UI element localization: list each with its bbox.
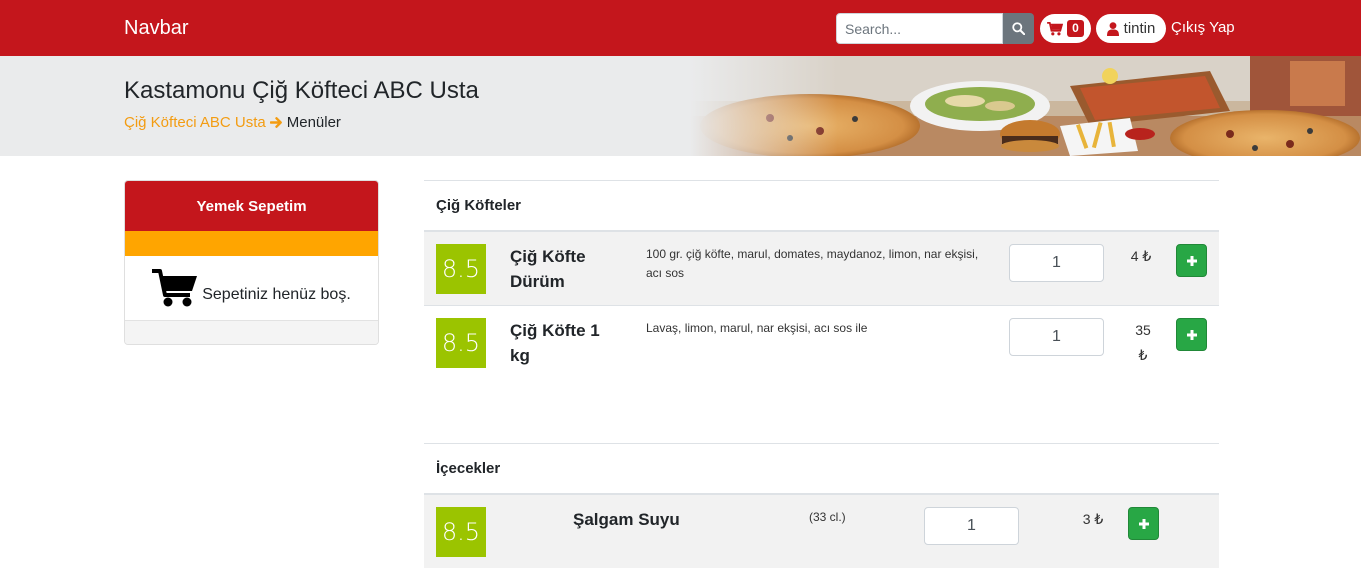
page-header: Kastamonu Çiğ Köfteci ABC Usta Çiğ Köfte…	[0, 56, 1361, 156]
menu-item-name: Çiğ Köfte 1 kg	[510, 321, 600, 365]
user-icon	[1106, 21, 1119, 36]
menu-item-name: Şalgam Suyu	[573, 510, 680, 529]
cart-header: Yemek Sepetim	[125, 181, 378, 231]
quantity-input[interactable]	[1009, 318, 1104, 356]
section-title-icecekler: İçecekler	[424, 443, 1219, 493]
arrow-right-icon	[269, 117, 282, 128]
section-title-cig-kofteler: Çiğ Köfteler	[424, 180, 1219, 230]
add-to-cart-button[interactable]	[1128, 507, 1159, 540]
quantity-input[interactable]	[924, 507, 1019, 545]
menu-item: 8.5 Çiğ Köfte 1 kg Lavaş, limon, marul, …	[424, 305, 1219, 380]
breadcrumb-current: Menüler	[286, 114, 341, 131]
search-input[interactable]	[836, 13, 1003, 44]
page-title: Kastamonu Çiğ Köfteci ABC Usta	[124, 77, 479, 104]
menu-item-price: 3 ₺	[1082, 511, 1104, 527]
search-button[interactable]	[1003, 13, 1034, 44]
menu-item-price: 35 ₺	[1135, 322, 1151, 363]
navbar-cart-button[interactable]: 0	[1040, 14, 1091, 43]
food-banner-image	[690, 56, 1361, 156]
rating-badge: 8.5	[436, 507, 486, 557]
navbar-brand[interactable]: Navbar	[124, 17, 188, 40]
quantity-input[interactable]	[1009, 244, 1104, 282]
menu-item: 8.5 Çiğ Köfte Dürüm 100 gr. çiğ köfte, m…	[424, 230, 1219, 305]
cart-empty-text: Sepetiniz henüz boş.	[202, 286, 351, 303]
menu-item: 8.5 Şalgam Suyu (33 cl.) 3 ₺	[424, 493, 1219, 568]
plus-icon	[1186, 329, 1197, 340]
username-label: tintin	[1123, 20, 1156, 37]
cart-footer	[125, 320, 378, 344]
shopping-cart-icon	[1047, 21, 1064, 35]
add-to-cart-button[interactable]	[1176, 318, 1207, 351]
search-form	[836, 13, 1034, 44]
cart-body: Sepetiniz henüz boş.	[125, 256, 378, 320]
menu-item-description: Lavaş, limon, marul, nar ekşisi, acı sos…	[646, 321, 868, 335]
menu-item-description: 100 gr. çiğ köfte, marul, domates, mayda…	[646, 247, 979, 280]
menu-list: Çiğ Köfteler 8.5 Çiğ Köfte Dürüm 100 gr.…	[424, 180, 1219, 568]
shopping-cart-icon	[152, 269, 198, 307]
breadcrumb-link-restaurant[interactable]: Çiğ Köfteci ABC Usta	[124, 114, 266, 131]
plus-icon	[1138, 518, 1149, 529]
menu-item-name: Çiğ Köfte Dürüm	[510, 247, 586, 291]
search-icon	[1012, 22, 1025, 35]
logout-link[interactable]: Çıkış Yap	[1171, 19, 1235, 36]
add-to-cart-button[interactable]	[1176, 244, 1207, 277]
plus-icon	[1186, 255, 1197, 266]
user-menu-button[interactable]: tintin	[1096, 14, 1166, 43]
navbar: Navbar 0 tintin Çıkış Yap	[0, 0, 1361, 56]
breadcrumb: Çiğ Köfteci ABC Usta Menüler	[124, 114, 341, 131]
menu-item-price: 4 ₺	[1130, 248, 1152, 264]
food-cart-panel: Yemek Sepetim Sepetiniz henüz boş.	[124, 180, 379, 345]
rating-badge: 8.5	[436, 318, 486, 368]
menu-item-description: (33 cl.)	[809, 510, 846, 524]
cart-count-badge: 0	[1067, 20, 1084, 37]
cart-strip	[125, 231, 378, 256]
rating-badge: 8.5	[436, 244, 486, 294]
